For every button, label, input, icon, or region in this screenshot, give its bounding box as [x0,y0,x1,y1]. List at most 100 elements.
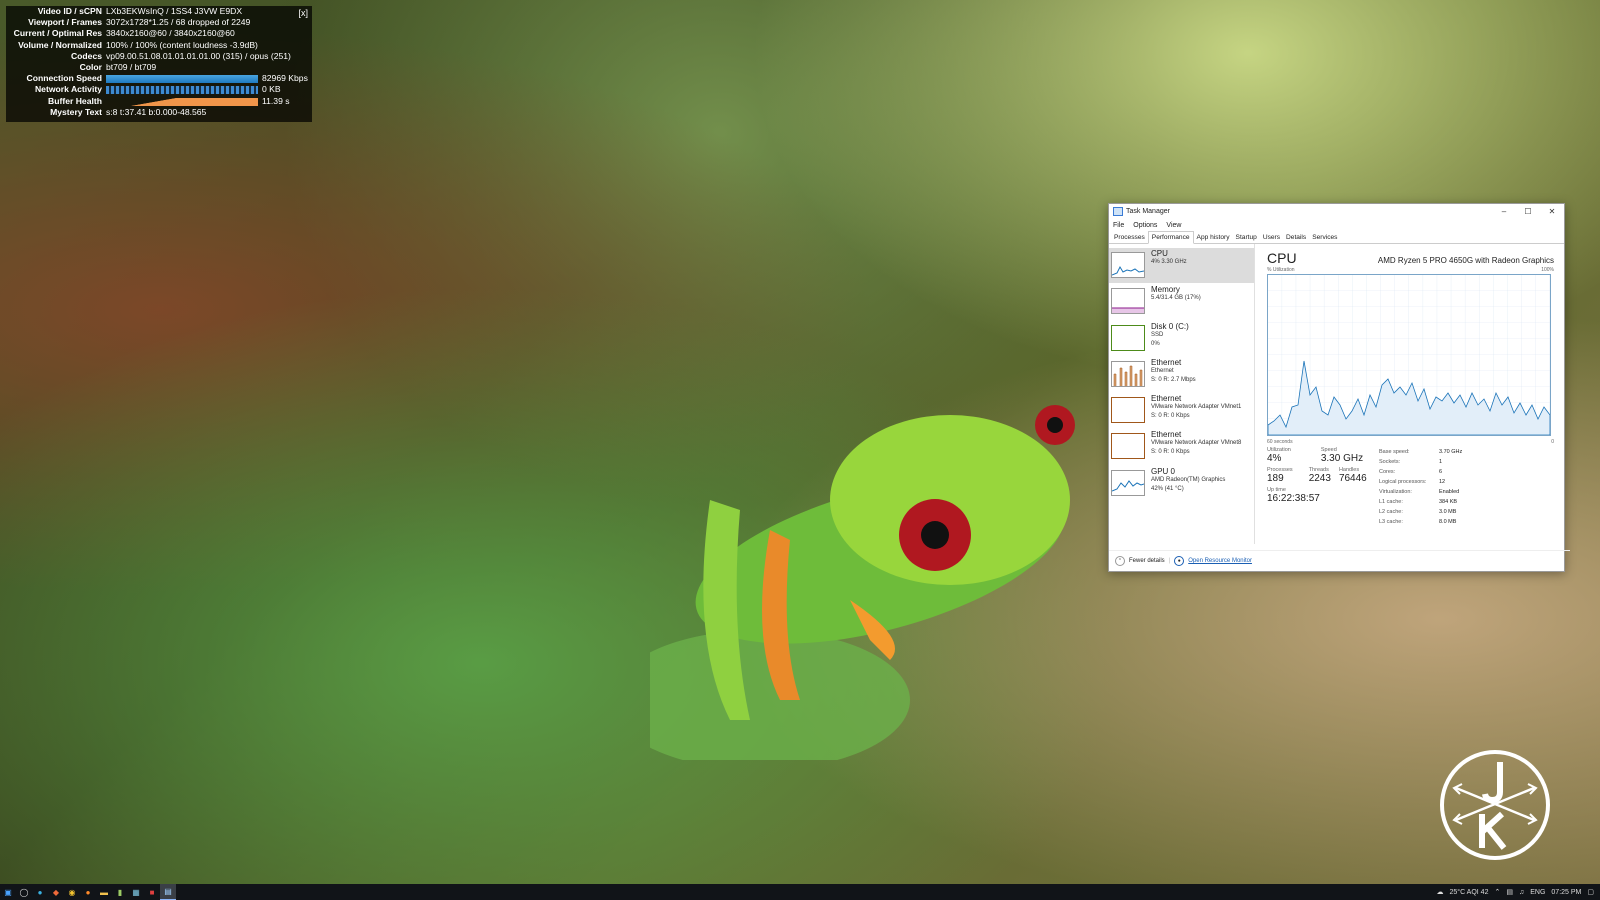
network-activity-bar [106,86,258,95]
brave-browser-icon[interactable]: ◆ [48,884,64,900]
stats-value: 100% / 100% (content loudness -3.9dB) [106,39,258,50]
tab-services[interactable]: Services [1309,232,1340,243]
weather-cloud-icon[interactable]: ☁ [1436,888,1443,896]
tab-performance[interactable]: Performance [1147,231,1194,244]
stats-value-with-bar: 82969 Kbps [106,73,312,84]
spec-key: Virtualization: [1379,489,1412,495]
notification-icon[interactable]: ▢ [1587,888,1594,896]
sidebar-item-title: Ethernet [1151,394,1182,404]
spec-value: 1 [1439,459,1443,465]
menu-options[interactable]: Options [1133,222,1157,229]
spec-key: Logical processors: [1379,479,1427,485]
graph-bottom-left-label: 60 seconds [1267,439,1293,445]
stats-row: Video ID / sCPN LXb3EKWsInQ / 1SS4 J3VW … [6,6,312,17]
spec-row: Sockets: 1 [1379,457,1462,467]
stat-speed: 3.30 GHz [1320,453,1364,464]
tab-processes[interactable]: Processes [1111,232,1148,243]
cpu-utilization-graph [1267,274,1551,436]
stats-value-with-bar: 11.39 s [106,96,312,107]
firefox-browser-icon[interactable]: ● [80,884,96,900]
volume-icon[interactable]: ♫ [1519,889,1524,896]
sidebar-item-ethernet-vmnet1[interactable]: Ethernet VMware Network Adapter VMnet1 S: … [1109,393,1254,428]
chrome-browser-icon[interactable]: ◉ [64,884,80,900]
stats-row: Current / Optimal Res 3840x2160@60 / 384… [6,28,312,39]
stats-row-utilization: Utilization 4% Speed 3.30 GHz [1267,447,1369,464]
spec-key: Cores: [1379,469,1396,475]
frog-wallpaper-image [650,405,1075,760]
stats-label: Viewport / Frames [28,17,102,28]
sidebar-item-sub: SSD [1151,331,1164,338]
task-manager-window: Task Manager – ☐ ✕ File Options View Pro… [1108,203,1570,572]
start-button-windows-icon[interactable]: ▣ [0,884,16,900]
stats-label: Video ID / sCPN [37,6,102,16]
edge-browser-icon[interactable]: ● [32,884,48,900]
sidebar-item-ethernet-vmnet8[interactable]: Ethernet VMware Network Adapter VMnet8 S: … [1109,429,1254,464]
clock[interactable]: 07:25 PM [1551,889,1581,896]
spec-value: 12 [1439,479,1446,485]
spec-key: Base speed: [1379,449,1410,455]
sidebar-item-gpu[interactable]: GPU 0 AMD Radeon(TM) Graphics 42% (41 °C) [1109,466,1254,501]
search-icon[interactable]: ◯ [16,884,32,900]
stats-value[interactable]: LXb3EKWsInQ / 1SS4 J3VW E9DX [106,6,312,17]
sidebar-item-memory[interactable]: Memory 5.4/31.4 GB (17%) [1109,284,1254,319]
app-icon[interactable]: ■ [144,884,160,900]
window-controls: – ☐ ✕ [1492,207,1564,216]
fewer-details-link[interactable]: Fewer details [1129,558,1165,564]
file-explorer-icon[interactable]: ▬ [96,884,112,900]
stats-label: Network Activity [34,84,102,95]
close-button[interactable]: ✕ [1540,207,1564,216]
stat-utilization: 4% [1267,453,1282,464]
sidebar-item-sub: 42% (41 °C) [1151,485,1184,492]
tab-users[interactable]: Users [1260,232,1283,243]
gpu-thumbnail-graph [1111,469,1145,496]
graph-top-right-label: 100% [1541,267,1554,273]
tab-startup[interactable]: Startup [1233,232,1260,243]
open-resource-monitor-link[interactable]: Open Resource Monitor [1188,558,1252,564]
chevron-up-icon[interactable]: ⌃ [1494,888,1500,896]
sidebar-item-cpu[interactable]: CPU 4% 3.30 GHz [1109,248,1254,283]
cpu-spec-table: Base speed: 3.70 GHz Sockets: 1 Cores: 6 Lo… [1379,447,1462,527]
tab-details[interactable]: Details [1283,232,1309,243]
network-activity-text: 0 KB [262,84,281,95]
spec-row: L3 cache: 8.0 MB [1379,517,1462,527]
cpu-header: CPU AMD Ryzen 5 PRO 4650G with Radeon Gr… [1267,250,1554,266]
language-indicator[interactable]: ENG [1530,889,1545,896]
graph-top-left-label: % Utilization [1267,267,1295,273]
graph-bottom-right-label: 0 [1551,439,1554,445]
menu-view[interactable]: View [1166,222,1181,229]
sidebar-item-sub: Ethernet [1151,367,1174,374]
stats-row: Color bt709 / bt709 [6,62,312,73]
performance-body: CPU 4% 3.30 GHz Memory 5.4/31.4 GB (17%) D… [1109,244,1564,544]
menu-file[interactable]: File [1113,222,1124,229]
task-manager-taskbar-icon[interactable]: ▤ [160,884,176,900]
weather-widget[interactable]: 25°C AQI 42 [1449,889,1488,896]
stats-row: Viewport / Frames 3072x1728*1.25 / 68 dr… [6,17,312,28]
buffer-health-text: 11.39 s [262,95,290,106]
stats-label: Codecs [70,50,102,61]
tab-app-history[interactable]: App history [1194,232,1233,243]
notepad-icon[interactable]: ▮ [112,884,128,900]
cpu-detail-pane: CPU AMD Ryzen 5 PRO 4650G with Radeon Gr… [1255,244,1564,544]
title-bar[interactable]: Task Manager – ☐ ✕ [1109,204,1564,219]
spec-row: Cores: 6 [1379,467,1462,477]
stat-processes: 189 [1267,473,1284,484]
channel-watermark-logo [1440,750,1550,860]
chevron-up-icon[interactable]: ⌃ [1115,556,1125,566]
stats-for-nerds-panel: [x] Video ID / sCPN LXb3EKWsInQ / 1SS4 J… [6,6,312,122]
network-icon[interactable]: ▤ [1506,888,1513,896]
minimize-button[interactable]: – [1492,207,1516,216]
spec-row: Virtualization: Enabled [1379,487,1462,497]
sidebar-item-sub: 4% 3.30 GHz [1151,259,1187,265]
stats-value: s:8 t:37.41 b:0.000-48.565 [106,106,207,117]
resource-sidebar: CPU 4% 3.30 GHz Memory 5.4/31.4 GB (17%) D… [1109,244,1255,544]
stats-label: Current / Optimal Res [13,28,102,39]
sidebar-item-disk[interactable]: Disk 0 (C:) SSD 0% [1109,321,1254,356]
sidebar-item-ethernet[interactable]: Ethernet Ethernet S: 0 R: 2.7 Mbps [1109,357,1254,392]
stats-value: vp09.00.51.08.01.01.01.01.00 (315) / opu… [106,50,291,61]
app-icon[interactable]: ▦ [128,884,144,900]
spec-value: 3.0 MB [1439,509,1457,515]
maximize-button[interactable]: ☐ [1516,207,1540,216]
stats-value-with-bar: 0 KB [106,84,312,95]
stats-close-button[interactable]: [x] [298,8,308,19]
sidebar-item-title: Ethernet [1151,430,1182,440]
